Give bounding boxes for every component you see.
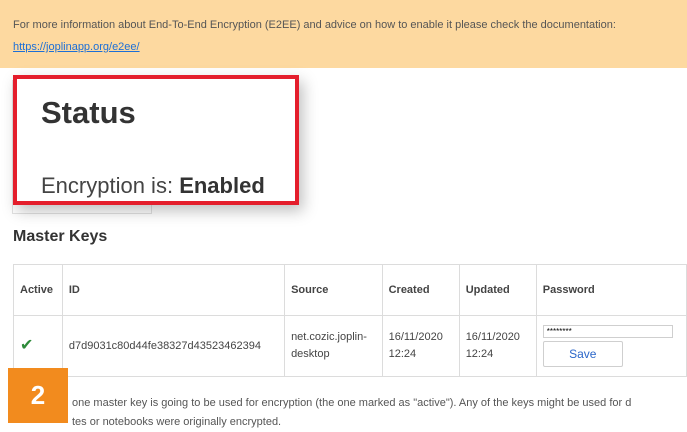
e2ee-info-banner: For more information about End-To-End En… — [0, 0, 687, 68]
status-highlight-box: Status Encryption is: Enabled — [13, 75, 299, 205]
encryption-status: Encryption is: Enabled — [41, 173, 265, 199]
save-button[interactable]: Save — [542, 341, 623, 367]
key-created: 16/11/2020 12:24 — [381, 315, 460, 377]
master-keys-title: Master Keys — [13, 228, 108, 245]
column-created: Created — [381, 264, 460, 316]
step-number-badge: 2 — [8, 368, 68, 423]
table-header-row: Active ID Source Created Updated Passwor… — [13, 264, 687, 316]
master-keys-table: Active ID Source Created Updated Passwor… — [13, 264, 687, 377]
column-updated: Updated — [458, 264, 537, 316]
column-password: Password — [535, 264, 687, 316]
table-row: ✔ d7d9031c80d44fe38327d43523462394 net.c… — [13, 315, 687, 377]
key-updated: 16/11/2020 12:24 — [458, 315, 537, 377]
key-source: net.cozic.joplin-desktop — [284, 315, 383, 377]
master-key-note: one master key is going to be used for e… — [72, 394, 687, 432]
note-line-1: one master key is going to be used for e… — [72, 397, 632, 409]
encryption-label: Encryption is: — [41, 173, 174, 198]
banner-text: For more information about End-To-End En… — [13, 19, 616, 31]
encryption-value: Enabled — [179, 173, 265, 198]
column-id: ID — [61, 264, 286, 316]
password-input[interactable] — [542, 325, 673, 338]
key-id: d7d9031c80d44fe38327d43523462394 — [61, 315, 286, 377]
check-icon: ✔ — [20, 336, 34, 354]
column-active: Active — [13, 264, 63, 316]
e2ee-docs-link[interactable]: https://joplinapp.org/e2ee/ — [13, 41, 140, 53]
status-title: Status — [41, 95, 136, 130]
column-source: Source — [284, 264, 383, 316]
password-cell: Save — [535, 315, 687, 377]
